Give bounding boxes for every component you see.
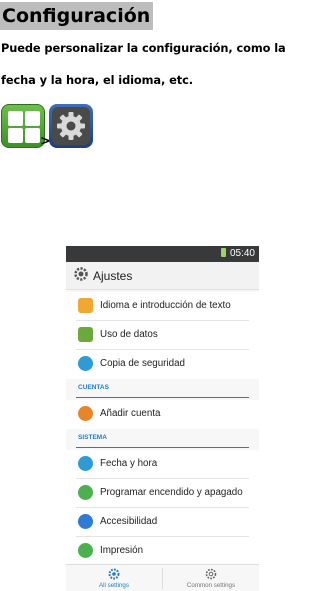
data-usage-icon [78,327,93,342]
phone-screenshot: 05:40 Ajustes Idioma e introducción de t… [66,246,259,591]
tab-label: Common settings [186,582,236,589]
settings-row-label: Programar encendido y apagado [100,487,243,498]
settings-row-label: Copia de seguridad [100,358,185,369]
document-title: Configuración [0,2,154,30]
section-header-system: SISTEMA [76,430,249,448]
settings-row-date-time[interactable]: Fecha y hora [66,450,259,479]
settings-row-data-usage[interactable]: Uso de datos [66,321,259,350]
settings-row-label: Fecha y hora [100,458,158,469]
action-bar-title: Ajustes [93,269,133,283]
power-icon [78,485,93,500]
battery-icon [220,248,226,257]
print-icon [78,543,93,558]
settings-row-language[interactable]: Idioma e introducción de texto [66,292,259,321]
description-line-2: fecha y la hora, el idioma, etc. [1,73,193,87]
apps-icon [1,104,45,148]
section-label: SISTEMA [78,434,107,441]
accessibility-icon [78,514,93,529]
gear-icon [73,266,89,287]
backup-icon [78,356,93,371]
action-bar: Ajustes [66,262,259,290]
settings-row-label: Accesibilidad [100,516,158,527]
settings-row-add-account[interactable]: Añadir cuenta [66,400,259,429]
section-label: CUENTAS [78,384,109,391]
settings-row-schedule-power[interactable]: Programar encendido y apagado [66,479,259,508]
settings-row-accessibility[interactable]: Accesibilidad [66,508,259,537]
section-header-accounts: CUENTAS [76,380,249,398]
tab-label: All settings [99,582,129,589]
clock-icon [78,456,93,471]
settings-row-backup[interactable]: Copia de seguridad [66,350,259,379]
settings-icon [49,104,93,148]
language-icon [78,298,93,313]
status-time: 05:40 [229,248,255,259]
tab-all-settings[interactable]: All settings [66,565,162,591]
settings-row-label: Impresión [100,545,144,556]
settings-row-printing[interactable]: Impresión [66,537,259,566]
bottom-tab-bar: All settings Common settings [66,564,259,591]
settings-row-label: Idioma e introducción de texto [100,300,231,311]
settings-row-label: Uso de datos [100,329,158,340]
settings-row-label: Añadir cuenta [100,408,161,419]
status-bar: 05:40 [66,246,259,262]
description-line-1: Puede personalizar la configuración, com… [1,41,286,55]
add-account-icon [78,406,93,421]
tab-common-settings[interactable]: Common settings [163,565,259,591]
